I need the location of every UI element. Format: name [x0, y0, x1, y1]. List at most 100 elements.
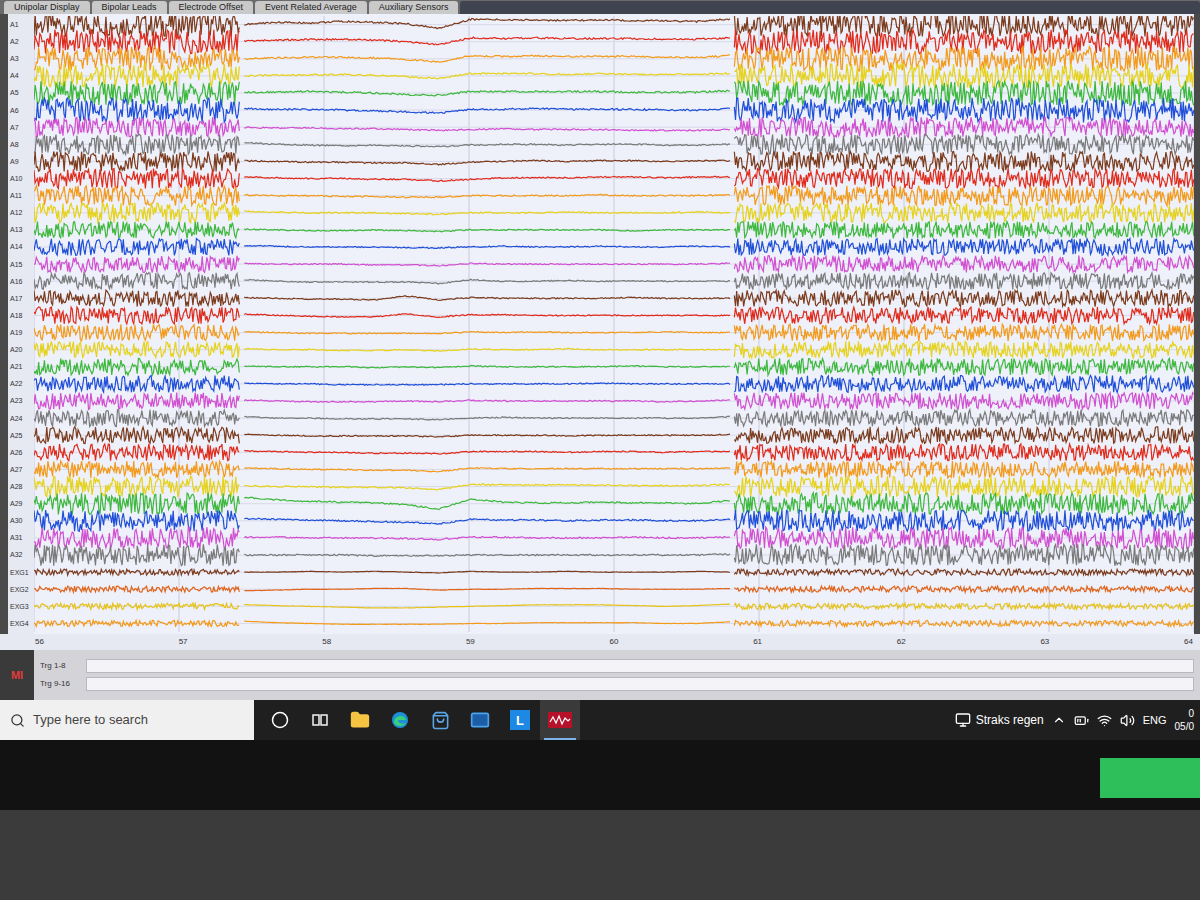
channel-label: A19: [8, 324, 34, 341]
channel-label: A24: [8, 410, 34, 427]
chevron-up-icon[interactable]: [1052, 713, 1066, 727]
x-axis: 565758596061626364: [0, 634, 1200, 650]
channel-label: A18: [8, 307, 34, 324]
x-tick: 63: [1040, 638, 1049, 646]
channel-trace: [34, 620, 1194, 626]
search-placeholder: Type here to search: [33, 710, 148, 730]
channel-trace: [34, 290, 1194, 307]
taskbar-app[interactable]: [300, 700, 340, 740]
channel-label: A8: [8, 136, 34, 153]
x-tick: 61: [753, 638, 762, 646]
weather-text: Straks regen: [976, 711, 1044, 729]
channel-label: A27: [8, 461, 34, 478]
taskbar-app[interactable]: L: [500, 700, 540, 740]
trigger-label: Trg 1-8: [40, 662, 80, 670]
channel-labels: A1A2A3A4A5A6A7A8A9A10A11A12A13A14A15A16A…: [8, 14, 34, 634]
channel-trace: [34, 117, 1194, 137]
channel-trace: [34, 461, 1194, 478]
channel-trace: [34, 16, 1194, 37]
taskbar-app[interactable]: [340, 700, 380, 740]
clock[interactable]: 005/0: [1175, 709, 1198, 732]
left-frame: [0, 14, 8, 634]
channel-label: EXG2: [8, 581, 34, 598]
channel-trace: [34, 427, 1194, 444]
trigger-row: Trg 1-8: [40, 659, 1194, 673]
grid-line: [324, 16, 325, 632]
channel-trace: [34, 444, 1194, 461]
edge-icon: [390, 710, 410, 730]
volume-icon[interactable]: [1120, 713, 1135, 728]
channel-trace: [34, 47, 1194, 72]
trigger-track: [86, 677, 1194, 691]
system-tray: Straks regen ENG 005/0: [955, 709, 1200, 732]
channel-label: A26: [8, 444, 34, 461]
channel-label: A21: [8, 358, 34, 375]
active-indicator: [544, 738, 576, 740]
channel-label: A14: [8, 238, 34, 255]
channel-trace: [34, 493, 1194, 515]
store-icon: [431, 711, 450, 730]
task-view-icon: [311, 711, 329, 729]
battery-icon[interactable]: [1074, 713, 1089, 728]
x-tick: 58: [322, 638, 331, 646]
taskbar: Type here to search L Straks regen ENG 005/0: [0, 700, 1200, 740]
channel-label: A5: [8, 84, 34, 101]
channel-label: A20: [8, 341, 34, 358]
channel-trace: [34, 134, 1194, 154]
channel-trace: [34, 586, 1194, 592]
right-frame: [1194, 14, 1200, 634]
channel-label: A10: [8, 170, 34, 187]
trigger-label: Trg 9-16: [40, 680, 80, 688]
taskbar-app[interactable]: [540, 700, 580, 740]
taskbar-app[interactable]: [460, 700, 500, 740]
channel-trace: [34, 64, 1194, 89]
tab-filler: [460, 1, 1200, 14]
search-box[interactable]: Type here to search: [0, 700, 254, 740]
taskbar-app[interactable]: [420, 700, 460, 740]
eeg-chart: [34, 14, 1194, 634]
channel-label: A23: [8, 392, 34, 409]
grid-line: [34, 16, 35, 632]
trigger-track: [86, 659, 1194, 673]
taskbar-app[interactable]: [380, 700, 420, 740]
x-tick: 60: [610, 638, 619, 646]
grid-line: [614, 16, 615, 632]
network-icon[interactable]: [1097, 713, 1112, 728]
grid-line: [469, 16, 470, 632]
channel-trace: [34, 544, 1194, 565]
channel-trace: [34, 603, 1194, 609]
channel-trace: [34, 169, 1194, 189]
channel-trace: [34, 358, 1194, 375]
channel-trace: [34, 393, 1194, 410]
channel-trace: [34, 510, 1194, 531]
x-tick: 57: [179, 638, 188, 646]
taskbar-app[interactable]: [260, 700, 300, 740]
language[interactable]: ENG: [1143, 712, 1167, 729]
clock-time: 0: [1188, 709, 1194, 719]
channel-label: A13: [8, 221, 34, 238]
channel-label: A28: [8, 478, 34, 495]
tab-bar: Unipolar DisplayBipolar LeadsElectrode O…: [0, 0, 1200, 14]
tab[interactable]: Event Related Average: [255, 1, 367, 14]
x-tick: 64: [1184, 638, 1193, 646]
tab[interactable]: Bipolar Leads: [92, 1, 167, 14]
tab[interactable]: Auxiliary Sensors: [369, 1, 459, 14]
weather[interactable]: Straks regen: [955, 711, 1044, 729]
tab[interactable]: Unipolar Display: [4, 1, 90, 14]
trigger-row: Trg 9-16: [40, 677, 1194, 691]
l-app-icon: L: [510, 710, 530, 730]
channel-trace: [34, 569, 1194, 575]
biosemi-icon: [548, 712, 572, 728]
tab[interactable]: Electrode Offset: [169, 1, 253, 14]
green-tape: [1100, 758, 1200, 798]
channel-label: EXG1: [8, 564, 34, 581]
x-tick: 56: [35, 638, 44, 646]
monitor-bezel: [0, 740, 1200, 810]
folder-icon: [350, 710, 370, 730]
channel-trace: [34, 410, 1194, 427]
channel-label: A6: [8, 102, 34, 119]
channel-trace: [34, 341, 1194, 358]
channel-trace: [34, 239, 1194, 256]
cortana-icon: [271, 711, 289, 729]
desk: [0, 810, 1200, 900]
